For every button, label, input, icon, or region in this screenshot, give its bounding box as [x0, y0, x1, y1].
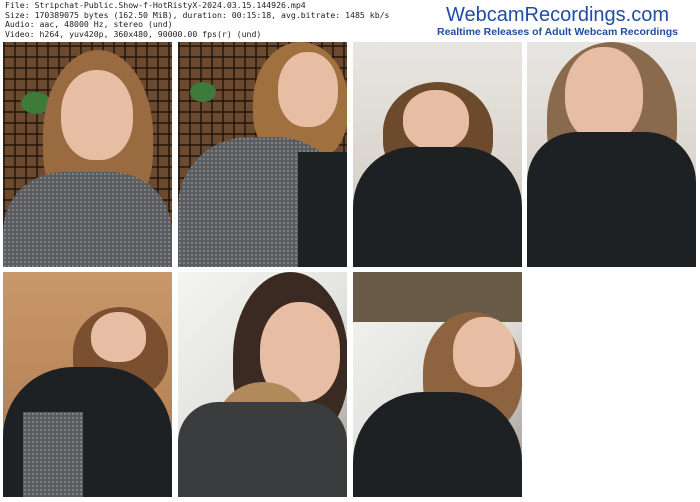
face-shape	[61, 70, 133, 160]
face-shape	[278, 52, 338, 127]
brand-logo: WebcamRecordings.com Realtime Releases o…	[437, 4, 678, 38]
jacket-shape	[178, 402, 347, 497]
sweater-shape	[3, 172, 172, 267]
brand-tagline: Realtime Releases of Adult Webcam Record…	[437, 26, 678, 38]
brand-title: WebcamRecordings.com	[445, 4, 670, 26]
face-shape	[565, 47, 643, 142]
plant-shape	[190, 82, 216, 102]
video-thumbnail	[3, 272, 172, 497]
video-thumbnail	[178, 272, 347, 497]
video-thumbnail	[3, 42, 172, 267]
jacket-shape	[353, 147, 522, 267]
video-thumbnail	[353, 272, 522, 497]
jacket-shape	[527, 132, 696, 267]
jacket-shape	[353, 392, 522, 497]
video-thumbnail	[527, 42, 696, 267]
face-shape	[453, 317, 515, 387]
sheet-header: File: Stripchat-Public.Show-f-HotRistyX-…	[0, 0, 700, 40]
sweater-shape	[23, 412, 83, 497]
ceiling-shape	[353, 272, 522, 322]
strap-shape	[298, 152, 347, 267]
face-shape	[403, 90, 469, 150]
video-thumbnail	[178, 42, 347, 267]
video-info-line: Video: h264, yuv420p, 360x480, 90000.00 …	[5, 28, 262, 39]
file-metadata: File: Stripchat-Public.Show-f-HotRistyX-…	[5, 0, 390, 39]
video-thumbnail	[353, 42, 522, 267]
face-shape	[91, 312, 146, 362]
thumbnail-grid	[3, 42, 697, 497]
